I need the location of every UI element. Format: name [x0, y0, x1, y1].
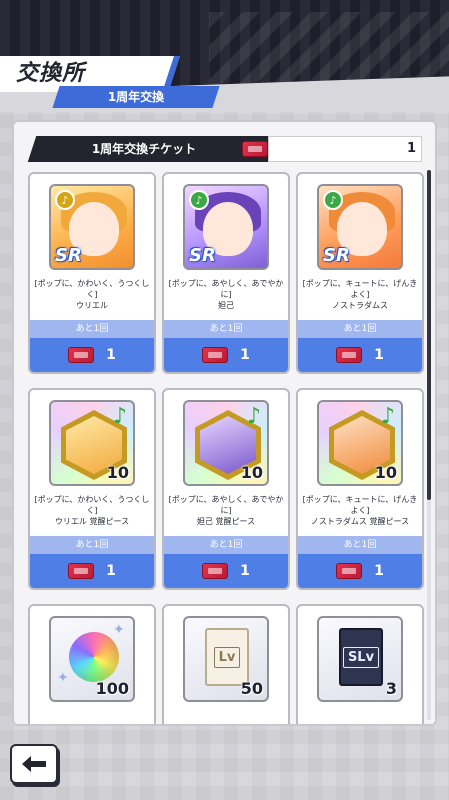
awakening-piece-thumbnail: ♪ 10	[317, 400, 403, 486]
item-quantity: 10	[240, 463, 263, 482]
exchange-item-card[interactable]: ♪ 10 [ポップに、キュートに、げんきよく] ノストラダムス 覚醒ピース あと…	[296, 388, 424, 590]
item-name: [ポップに、あやしく、あでやかに] 妲己	[168, 279, 284, 310]
cost-value: 1	[240, 563, 250, 579]
book-label: SLv	[342, 646, 380, 668]
back-arrow-icon	[22, 756, 46, 772]
skill-book-icon: SLv	[339, 628, 383, 686]
exchange-item-card[interactable]: ♪ SR [ポップに、あやしく、あでやかに] 妲己 あと1回 1	[162, 172, 290, 374]
header-stripes	[209, 12, 449, 92]
ticket-label: 1周年交換チケット	[91, 142, 197, 156]
item-quantity: 50	[240, 679, 263, 698]
item-name: [ポップに、あやしく、あでやかに] 妲己 覚醒ピース	[168, 495, 284, 526]
item-quantity: 3	[385, 679, 397, 698]
item-quantity: 10	[374, 463, 397, 482]
attribute-icon: ♪	[55, 190, 75, 210]
ticket-icon	[68, 563, 95, 579]
cost-value: 1	[240, 347, 250, 363]
ticket-icon	[68, 347, 95, 363]
orb-thumbnail: ✦ ✦ 100	[49, 616, 135, 702]
exchange-item-card[interactable]: ♪ SR [ポップに、キュートに、げんきよく] ノストラダムス あと1回 1	[296, 172, 424, 374]
item-name: [ポップに、かわいく、うつくしく] ウリエル	[34, 279, 150, 310]
book-thumbnail: SLv 3	[317, 616, 403, 702]
exchange-button[interactable]: 1	[164, 554, 288, 588]
exchange-button[interactable]: 1	[164, 338, 288, 372]
exchange-item-card[interactable]: ♪ SR [ポップに、かわいく、うつくしく] ウリエル あと1回 1	[28, 172, 156, 374]
ticket-icon	[202, 347, 229, 363]
exchange-panel: 1周年交換チケット 1 ♪ SR [ポップに、かわいく、うつくしく] ウリエル …	[12, 120, 437, 726]
item-name: [ポップに、キュートに、げんきよく] ノストラダムス	[302, 279, 418, 310]
attribute-icon: ♪	[323, 190, 343, 210]
cost-value: 1	[374, 563, 384, 579]
back-button[interactable]	[10, 744, 58, 784]
awakening-piece-thumbnail: ♪ 10	[183, 400, 269, 486]
cost-value: 1	[106, 347, 116, 363]
remaining-count: あと1回	[164, 320, 288, 338]
ticket-icon	[336, 347, 363, 363]
ticket-icon	[242, 141, 268, 157]
book-thumbnail: Lv 50	[183, 616, 269, 702]
sparkle-icon: ✦	[113, 622, 125, 638]
rainbow-orb-icon	[69, 632, 119, 682]
exchange-item-card[interactable]: ♪ 10 [ポップに、あやしく、あでやかに] 妲己 覚醒ピース あと1回 1	[162, 388, 290, 590]
ticket-header: 1周年交換チケット 1	[27, 136, 422, 162]
item-quantity: 100	[95, 679, 129, 698]
attribute-icon: ♪	[189, 190, 209, 210]
exchange-button[interactable]: 1	[30, 554, 154, 588]
rarity-badge: SR	[189, 245, 216, 266]
remaining-count: あと1回	[30, 320, 154, 338]
remaining-count: あと1回	[298, 536, 422, 554]
exchange-item-card[interactable]: Lv 50	[162, 604, 290, 724]
character-thumbnail: ♪ SR	[49, 184, 135, 270]
scrollbar-thumb[interactable]	[427, 170, 431, 500]
ticket-icon	[202, 563, 229, 579]
rarity-badge: SR	[323, 245, 350, 266]
exchange-item-card[interactable]: ♪ 10 [ポップに、かわいく、うつくしく] ウリエル 覚醒ピース あと1回 1	[28, 388, 156, 590]
book-label: Lv	[213, 646, 241, 668]
page-subtitle: 1周年交換	[107, 90, 165, 104]
cost-value: 1	[374, 347, 384, 363]
rarity-badge: SR	[55, 245, 82, 266]
remaining-count: あと1回	[298, 320, 422, 338]
item-name: [ポップに、かわいく、うつくしく] ウリエル 覚醒ピース	[34, 495, 150, 526]
music-note-icon: ♪	[380, 404, 395, 429]
cost-value: 1	[106, 563, 116, 579]
music-note-icon: ♪	[246, 404, 261, 429]
ticket-header-light	[268, 136, 422, 162]
exchange-item-card[interactable]: SLv 3	[296, 604, 424, 724]
ticket-icon	[336, 563, 363, 579]
awakening-piece-thumbnail: ♪ 10	[49, 400, 135, 486]
music-note-icon: ♪	[112, 404, 127, 429]
character-thumbnail: ♪ SR	[317, 184, 403, 270]
exchange-button[interactable]: 1	[298, 554, 422, 588]
character-thumbnail: ♪ SR	[183, 184, 269, 270]
scrollbar[interactable]	[427, 170, 431, 720]
exchange-button[interactable]: 1	[298, 338, 422, 372]
level-book-icon: Lv	[205, 628, 249, 686]
item-name: [ポップに、キュートに、げんきよく] ノストラダムス 覚醒ピース	[302, 495, 418, 526]
ticket-count: 1	[406, 141, 416, 156]
remaining-count: あと1回	[30, 536, 154, 554]
exchange-button[interactable]: 1	[30, 338, 154, 372]
sparkle-icon: ✦	[57, 670, 69, 686]
item-quantity: 10	[106, 463, 129, 482]
exchange-item-card[interactable]: ✦ ✦ 100	[28, 604, 156, 724]
remaining-count: あと1回	[164, 536, 288, 554]
